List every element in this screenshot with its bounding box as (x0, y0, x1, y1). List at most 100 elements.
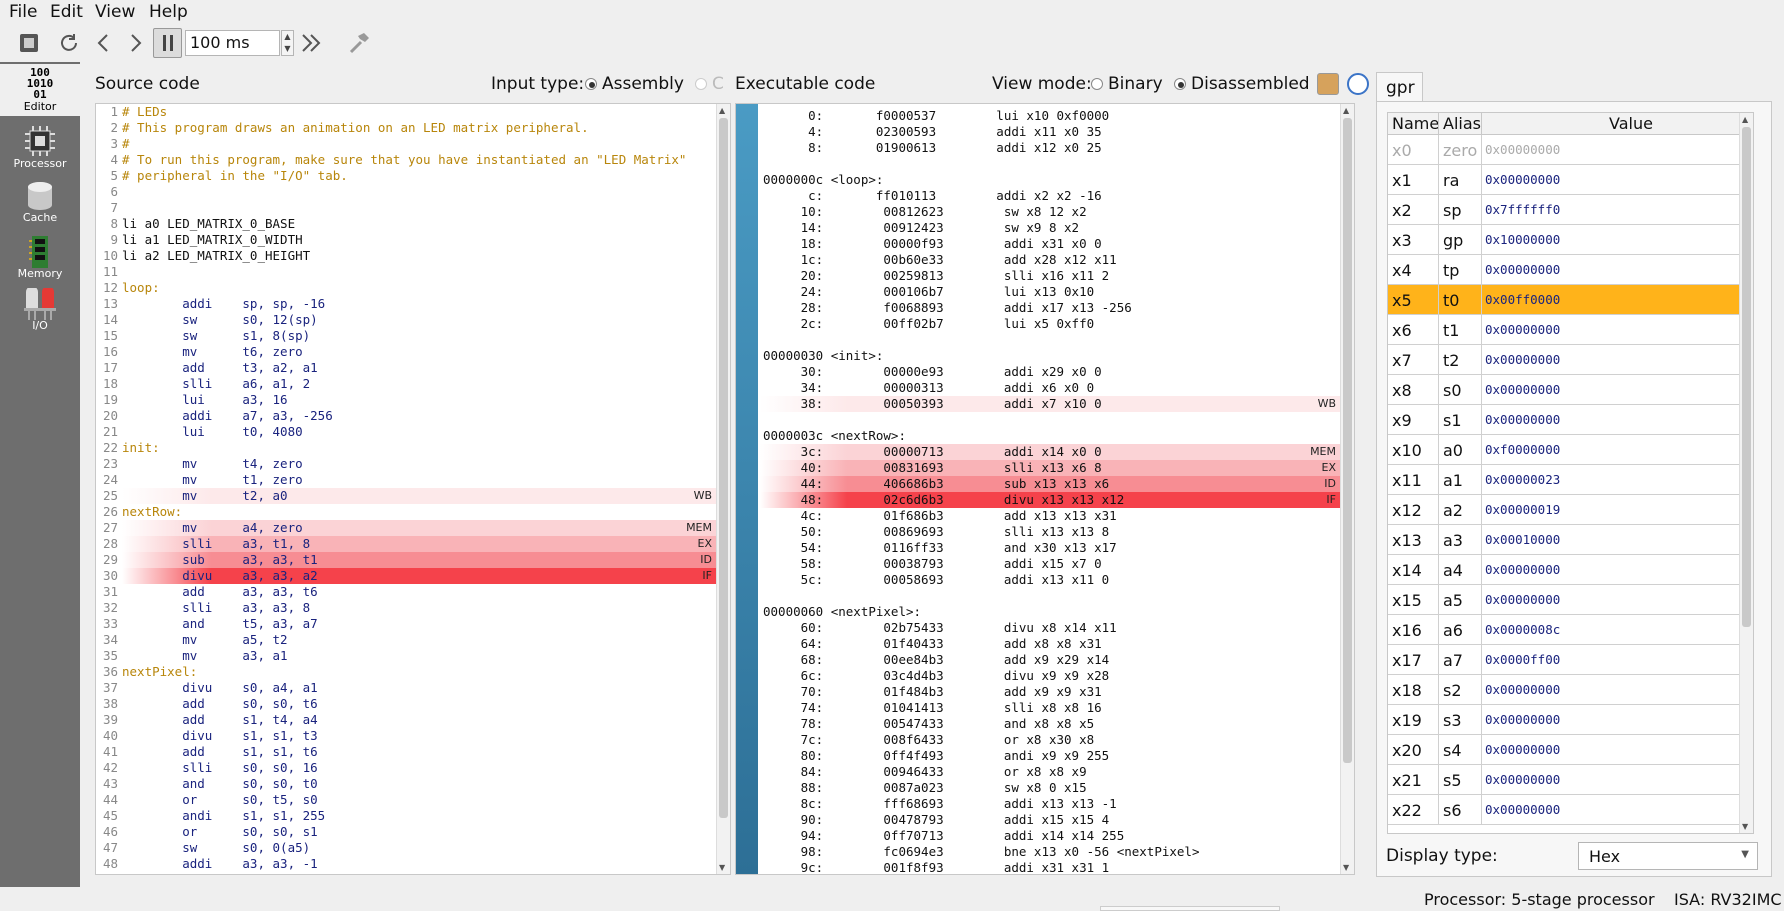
register-value[interactable]: 0x00000000 (1485, 352, 1560, 367)
source-line[interactable]: 6 (96, 184, 730, 200)
source-line[interactable]: 30 divu a3, a3, a2 IF (96, 568, 730, 584)
disassembly-line[interactable]: 64: 01f40433 add x8 x8 x31 (736, 636, 1354, 652)
register-row[interactable]: x8 s0 0x00000000 (1388, 375, 1740, 405)
dock-cache[interactable]: Cache (0, 180, 80, 230)
source-line[interactable]: 2 # This program draws an animation on an… (96, 120, 730, 136)
disassembly-line[interactable]: 10: 00812623 sw x8 12 x2 (736, 204, 1354, 220)
disassembly-line[interactable]: 54: 0116ff33 and x30 x13 x17 (736, 540, 1354, 556)
source-line[interactable]: 38 add s0, s0, t6 (96, 696, 730, 712)
source-line[interactable]: 7 (96, 200, 730, 216)
disassembly-line[interactable]: 38: 00050393 addi x7 x10 0 WB (736, 396, 1354, 412)
source-scrollbar[interactable]: ▲ ▼ (716, 104, 730, 874)
register-value[interactable]: 0x00000000 (1485, 772, 1560, 787)
register-row[interactable]: x16 a6 0x0000008c (1388, 615, 1740, 645)
disassembly-scroll-thumb[interactable] (1343, 118, 1352, 763)
source-line[interactable]: 44 or s0, t5, s0 (96, 792, 730, 808)
register-row[interactable]: x21 s5 0x00000000 (1388, 765, 1740, 795)
scroll-up-icon[interactable]: ▲ (719, 106, 725, 115)
source-line[interactable]: 18 slli a6, a1, 2 (96, 376, 730, 392)
register-value[interactable]: 0x00000000 (1485, 262, 1560, 277)
disassembly-line[interactable]: 1c: 00b60e33 add x28 x12 x11 (736, 252, 1354, 268)
register-value[interactable]: 0x00000000 (1485, 142, 1560, 157)
source-line[interactable]: 19 lui a3, 16 (96, 392, 730, 408)
register-value[interactable]: 0x00000019 (1485, 502, 1560, 517)
source-line[interactable]: 24 mv t1, zero (96, 472, 730, 488)
tab-gpr[interactable]: gpr (1376, 72, 1423, 102)
register-value[interactable]: 0x00000000 (1485, 562, 1560, 577)
disassembly-line[interactable]: 14: 00912423 sw x9 8 x2 (736, 220, 1354, 236)
disassembly-line[interactable]: 44: 406686b3 sub x13 x13 x6 ID (736, 476, 1354, 492)
menu-help[interactable]: Help (149, 2, 188, 22)
register-scroll-thumb[interactable] (1742, 127, 1751, 627)
disassembly-line[interactable]: 4: 02300593 addi x11 x0 35 (736, 124, 1354, 140)
source-line[interactable]: 36 nextPixel: (96, 664, 730, 680)
disassembly-line[interactable] (736, 156, 1354, 172)
disassembly-view[interactable]: 0: f0000537 lui x10 0xf0000 4: 02300593 … (735, 103, 1355, 875)
menu-view[interactable]: View (95, 2, 135, 22)
step-back-icon[interactable] (90, 29, 118, 57)
source-line[interactable]: 28 slli a3, t1, 8 EX (96, 536, 730, 552)
disassembly-line[interactable]: 9c: 001f8f93 addi x31 x31 1 (736, 860, 1354, 874)
reg-scroll-up-icon[interactable]: ▲ (1742, 115, 1748, 124)
register-row[interactable]: x17 a7 0x0000ff00 (1388, 645, 1740, 675)
register-row[interactable]: x12 a2 0x00000019 (1388, 495, 1740, 525)
header-alias[interactable]: Alias (1443, 114, 1481, 133)
source-line[interactable]: 11 (96, 264, 730, 280)
register-value[interactable]: 0x00000000 (1485, 382, 1560, 397)
register-value[interactable]: 0x00000000 (1485, 412, 1560, 427)
source-line[interactable]: 8 li a0 LED_MATRIX_0_BASE (96, 216, 730, 232)
source-line[interactable]: 4 # To run this program, make sure that y… (96, 152, 730, 168)
speed-spinner[interactable]: ▲ ▼ (281, 30, 294, 56)
dock-editor[interactable]: 100 1010 01 Editor (0, 64, 80, 116)
disassembly-line[interactable]: 28: f0068893 addi x17 x13 -256 (736, 300, 1354, 316)
source-line[interactable]: 35 mv a3, a1 (96, 648, 730, 664)
disassembly-line[interactable]: 58: 00038793 addi x15 x7 0 (736, 556, 1354, 572)
source-line[interactable]: 20 addi a7, a3, -256 (96, 408, 730, 424)
register-row[interactable]: x9 s1 0x00000000 (1388, 405, 1740, 435)
source-line[interactable]: 43 and s0, s0, t0 (96, 776, 730, 792)
speed-input[interactable]: 100 ms (185, 30, 280, 56)
register-row[interactable]: x10 a0 0xf0000000 (1388, 435, 1740, 465)
disassembly-line[interactable]: 7c: 008f6433 or x8 x30 x8 (736, 732, 1354, 748)
dock-processor[interactable]: Processor (0, 124, 80, 174)
register-value[interactable]: 0x00ff0000 (1485, 292, 1560, 307)
register-value[interactable]: 0x7ffffff0 (1485, 202, 1560, 217)
disassembly-scrollbar[interactable]: ▲ ▼ (1340, 104, 1354, 874)
display-type-select[interactable]: Hex ▼ (1578, 842, 1758, 870)
follow-pc-icon[interactable] (1317, 73, 1339, 95)
source-line[interactable]: 23 mv t4, zero (96, 456, 730, 472)
source-line[interactable]: 40 divu s1, s1, t3 (96, 728, 730, 744)
source-line[interactable]: 15 sw s1, 8(sp) (96, 328, 730, 344)
disassembly-line[interactable]: 0000000c <loop>: (736, 172, 1354, 188)
fast-forward-icon[interactable] (297, 29, 325, 57)
source-editor[interactable]: 1 # LEDs 2 # This program draws an animatio… (95, 103, 731, 875)
register-row[interactable]: x13 a3 0x00010000 (1388, 525, 1740, 555)
disassembly-line[interactable]: 24: 000106b7 lui x13 0x10 (736, 284, 1354, 300)
source-line[interactable]: 9 li a1 LED_MATRIX_0_WIDTH (96, 232, 730, 248)
reload-icon[interactable] (55, 29, 83, 57)
source-line[interactable]: 39 add s1, t4, a4 (96, 712, 730, 728)
disassembly-line[interactable]: 0000003c <nextRow>: (736, 428, 1354, 444)
register-value[interactable]: 0x0000ff00 (1485, 652, 1560, 667)
source-line[interactable]: 22 init: (96, 440, 730, 456)
register-row[interactable]: x19 s3 0x00000000 (1388, 705, 1740, 735)
dock-io[interactable]: I/O (0, 286, 80, 338)
view-mode-binary-radio[interactable]: Binary (1091, 74, 1163, 94)
source-line[interactable]: 27 mv a4, zero MEM (96, 520, 730, 536)
disassembly-line[interactable]: 18: 00000f93 addi x31 x0 0 (736, 236, 1354, 252)
source-line[interactable]: 31 add a3, a3, t6 (96, 584, 730, 600)
menu-edit[interactable]: Edit (50, 2, 83, 22)
disassembly-line[interactable]: 90: 00478793 addi x15 x15 4 (736, 812, 1354, 828)
disassembly-line[interactable]: 8: 01900613 addi x12 x0 25 (736, 140, 1354, 156)
disassembly-line[interactable]: 00000030 <init>: (736, 348, 1354, 364)
register-row[interactable]: x14 a4 0x00000000 (1388, 555, 1740, 585)
exe-scroll-down-icon[interactable]: ▼ (1343, 863, 1349, 872)
register-row[interactable]: x15 a5 0x00000000 (1388, 585, 1740, 615)
exe-scroll-up-icon[interactable]: ▲ (1343, 106, 1349, 115)
scroll-down-icon[interactable]: ▼ (719, 863, 725, 872)
disassembly-line[interactable]: 94: 0ff70713 addi x14 x14 255 (736, 828, 1354, 844)
disassembly-line[interactable]: 2c: 00ff02b7 lui x5 0xff0 (736, 316, 1354, 332)
register-value[interactable]: 0x00000000 (1485, 712, 1560, 727)
disassembly-line[interactable]: 30: 00000e93 addi x29 x0 0 (736, 364, 1354, 380)
disassembly-line[interactable]: 78: 00547433 and x8 x8 x5 (736, 716, 1354, 732)
